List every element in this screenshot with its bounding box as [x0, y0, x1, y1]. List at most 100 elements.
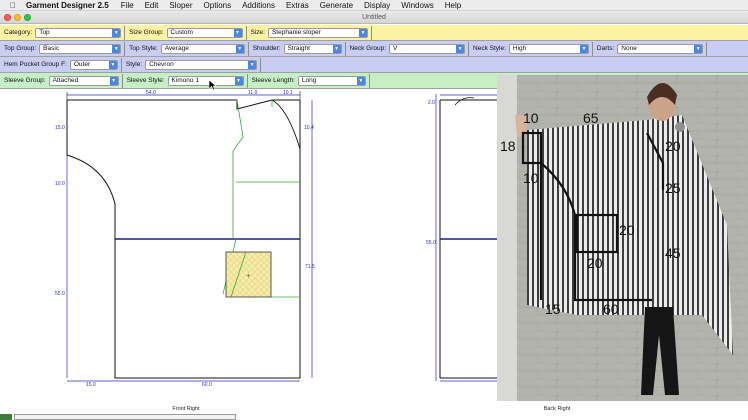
- dim-left-mid: 10.0: [55, 181, 65, 187]
- chevron-down-icon: ▼: [112, 28, 121, 37]
- measure-label-60: 60: [603, 301, 619, 317]
- divider: [121, 73, 123, 88]
- divider: [124, 41, 126, 56]
- darts-value: None: [621, 44, 637, 52]
- darts-label: Darts:: [596, 45, 615, 52]
- back-right-piece[interactable]: [435, 94, 500, 382]
- chevron-down-icon: ▼: [579, 44, 588, 53]
- darts-select[interactable]: None ▼: [617, 43, 704, 54]
- back-piece-label: Back Right: [544, 406, 571, 412]
- measure-label-45: 45: [665, 245, 681, 261]
- measure-label-65: 65: [583, 110, 599, 126]
- size-value: Stephanie sloper: [271, 28, 321, 36]
- app-menu[interactable]: Garment Designer 2.5: [26, 1, 109, 10]
- size-group-select[interactable]: Custom ▼: [166, 27, 243, 38]
- hem-options-bar: Hem Pocket Group F: Outer ▼ Style: Chevro…: [0, 57, 748, 73]
- divider: [120, 57, 122, 72]
- neck-style-label: Neck Style:: [473, 45, 506, 52]
- chevron-down-icon: ▼: [235, 44, 244, 53]
- divider: [368, 73, 370, 88]
- measure-label-10b: 10: [523, 170, 539, 186]
- chevron-down-icon: ▼: [233, 28, 242, 37]
- style-value: Chevron: [149, 60, 174, 68]
- menu-help[interactable]: Help: [445, 1, 461, 10]
- dim-back-top: 2.0: [428, 100, 435, 106]
- divider: [124, 25, 126, 40]
- chevron-down-icon: ▼: [234, 76, 243, 85]
- size-select[interactable]: Stephanie sloper ▼: [267, 27, 368, 38]
- top-style-label: Top Style:: [129, 45, 158, 52]
- measure-label-15: 15: [545, 301, 561, 317]
- divider: [245, 25, 247, 40]
- sleeve-style-select[interactable]: Kimono 1 ▼: [167, 75, 244, 86]
- dim-neck-width: 11.0: [248, 90, 258, 96]
- divider: [247, 41, 249, 56]
- measure-label-18: 18: [500, 138, 516, 154]
- chevron-down-icon: ▼: [332, 44, 341, 53]
- sleeve-group-select[interactable]: Attached ▼: [48, 75, 119, 86]
- menu-extras[interactable]: Extras: [286, 1, 309, 10]
- reference-photo: 10 65 18 10 20 25 20 45 20 15 60: [497, 75, 748, 401]
- menu-generate[interactable]: Generate: [320, 1, 353, 10]
- status-field: [14, 414, 236, 420]
- size-label: Size:: [250, 29, 265, 36]
- zoom-window-button[interactable]: [24, 14, 31, 21]
- apple-icon[interactable]: : [0, 1, 26, 10]
- chevron-down-icon: ▼: [694, 44, 703, 53]
- chevron-down-icon: ▼: [248, 60, 257, 69]
- menu-options[interactable]: Options: [204, 1, 232, 10]
- category-select[interactable]: Top ▼: [35, 27, 122, 38]
- menu-windows[interactable]: Windows: [401, 1, 433, 10]
- style-select[interactable]: Chevron ▼: [145, 59, 258, 70]
- front-right-piece[interactable]: [66, 99, 301, 379]
- dim-left-low: 55.0: [55, 291, 65, 297]
- window-title: Untitled: [362, 13, 386, 21]
- shoulder-label: Shoulder:: [252, 45, 281, 52]
- measure-label-25: 25: [665, 180, 681, 196]
- neck-style-select[interactable]: High ▼: [508, 43, 589, 54]
- top-group-label: Top Group:: [4, 45, 37, 52]
- pocket-center-marker: +: [246, 273, 250, 280]
- style-label: Style:: [125, 61, 143, 68]
- front-dimension-lines: [66, 91, 313, 382]
- hem-pocket-label: Hem Pocket Group F:: [4, 61, 67, 68]
- menu-sloper[interactable]: Sloper: [169, 1, 192, 10]
- menu-display[interactable]: Display: [364, 1, 390, 10]
- sizing-options-bar: Category: Top ▼ Size Group: Custom ▼ Size:…: [0, 25, 748, 41]
- chevron-down-icon: ▼: [109, 76, 118, 85]
- minimize-window-button[interactable]: [14, 14, 21, 21]
- top-style-value: Average: [164, 44, 189, 52]
- menu-file[interactable]: File: [121, 1, 134, 10]
- size-group-label: Size Group:: [129, 29, 164, 36]
- dim-back-side: 55.0: [426, 240, 436, 246]
- divider: [344, 41, 346, 56]
- shoulder-select[interactable]: Straight ▼: [283, 43, 342, 54]
- chevron-down-icon: ▼: [358, 28, 367, 37]
- sleeve-length-label: Sleeve Length:: [251, 77, 295, 84]
- dim-bottom-main: 60.0: [202, 382, 212, 388]
- dim-right-shoulder: 10.4: [304, 125, 314, 131]
- sleeve-length-select[interactable]: Long ▼: [297, 75, 366, 86]
- menu-additions[interactable]: Additions: [242, 1, 275, 10]
- shoulder-value: Straight: [287, 44, 310, 52]
- measure-label-10a: 10: [523, 110, 539, 126]
- top-style-select[interactable]: Average ▼: [160, 43, 245, 54]
- measure-label-20b: 20: [619, 222, 635, 238]
- front-piece-label: Front Right: [172, 406, 200, 412]
- neck-group-select[interactable]: V ▼: [389, 43, 466, 54]
- status-indicator: [0, 414, 12, 420]
- sleeve-style-value: Kimono 1: [171, 76, 199, 84]
- hem-pocket-select[interactable]: Outer ▼: [69, 59, 118, 70]
- measure-label-20a: 20: [665, 138, 681, 154]
- top-group-select[interactable]: Basic ▼: [39, 43, 122, 54]
- top-group-value: Basic: [43, 44, 60, 52]
- divider: [591, 41, 593, 56]
- category-value: Top: [39, 28, 50, 36]
- close-window-button[interactable]: [4, 14, 11, 21]
- menu-edit[interactable]: Edit: [145, 1, 159, 10]
- top-options-bar: Top Group: Basic ▼ Top Style: Average ▼ Sh…: [0, 41, 748, 57]
- model-earring: [675, 122, 685, 132]
- pocket-piece[interactable]: +: [225, 251, 272, 298]
- dim-bottom-left: 15.0: [86, 382, 96, 388]
- sleeve-style-label: Sleeve Style:: [126, 77, 165, 84]
